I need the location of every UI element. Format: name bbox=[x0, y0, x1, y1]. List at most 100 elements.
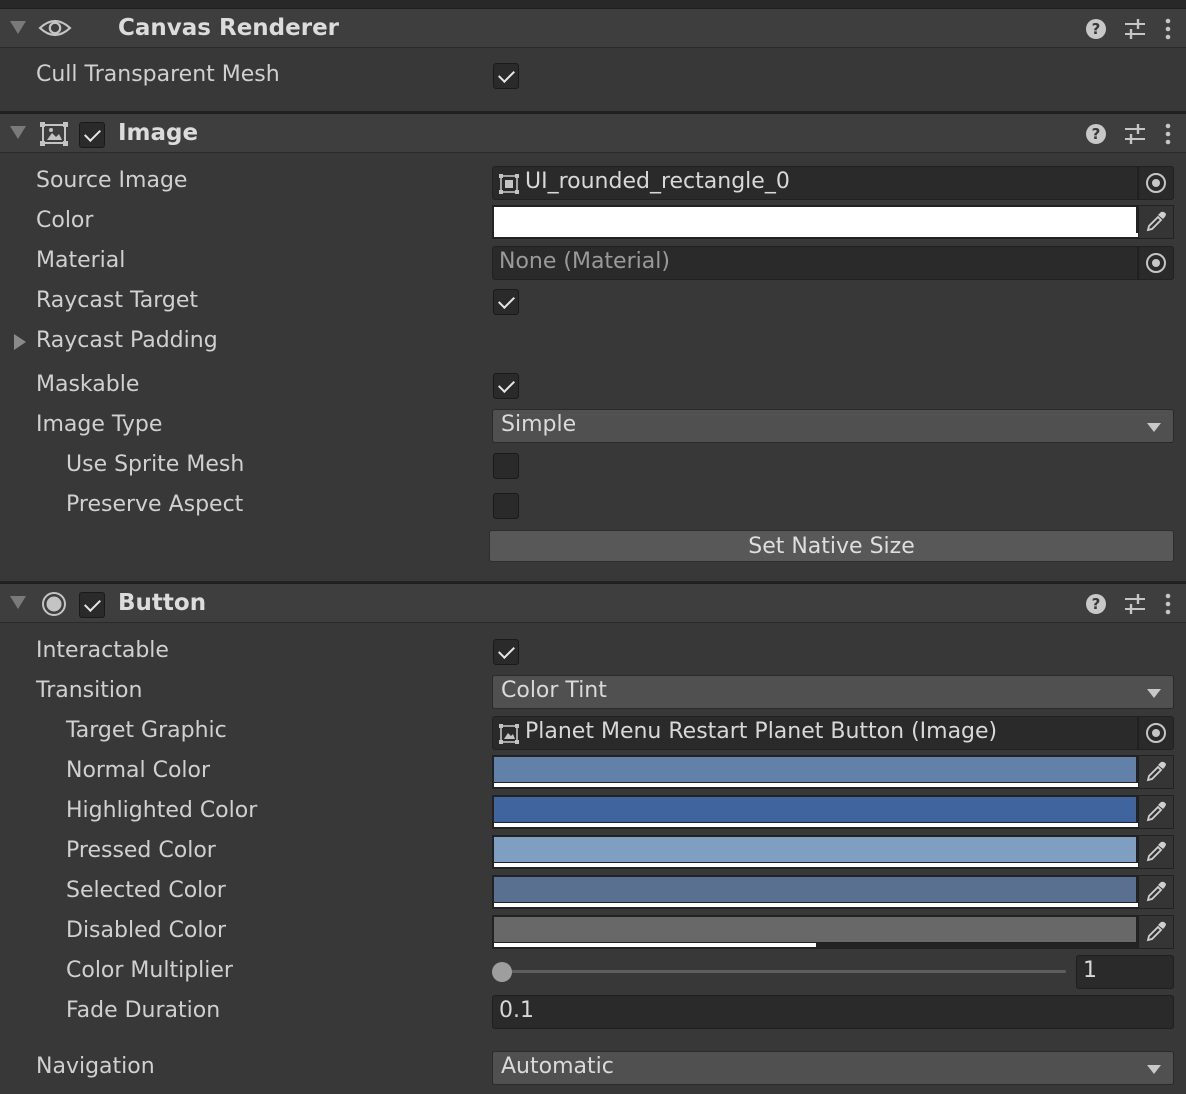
raycast-target-label: Raycast Target bbox=[36, 288, 199, 313]
color-swatch bbox=[494, 837, 1136, 862]
eyedropper-button[interactable] bbox=[1138, 755, 1174, 789]
source-image-picker[interactable] bbox=[1138, 166, 1174, 200]
eyedropper-button[interactable] bbox=[1138, 875, 1174, 909]
eyedropper-icon bbox=[1146, 761, 1166, 782]
selected-color-field[interactable] bbox=[492, 875, 1138, 909]
raycast-padding-foldout-icon[interactable] bbox=[14, 334, 26, 350]
alpha-bar bbox=[494, 823, 1138, 827]
interactable-checkbox[interactable] bbox=[493, 639, 519, 665]
kebab-menu-icon[interactable] bbox=[1164, 593, 1172, 615]
foldout-arrow-icon[interactable] bbox=[10, 126, 26, 139]
eyedropper-icon bbox=[1146, 211, 1166, 232]
eyedropper-icon bbox=[1146, 881, 1166, 902]
object-picker-icon bbox=[1146, 173, 1166, 193]
kebab-menu-icon[interactable] bbox=[1164, 123, 1172, 145]
raycast-padding-label[interactable]: Raycast Padding bbox=[36, 328, 218, 353]
material-label: Material bbox=[36, 248, 126, 273]
target-graphic-value: Planet Menu Restart Planet Button (Image… bbox=[525, 719, 998, 744]
image-component-icon bbox=[40, 122, 68, 146]
canvas-renderer-header[interactable]: Canvas Renderer ? bbox=[0, 8, 1186, 48]
highlighted-color-label: Highlighted Color bbox=[66, 798, 258, 823]
alpha-bar bbox=[494, 943, 816, 947]
target-graphic-label: Target Graphic bbox=[66, 718, 227, 743]
presets-icon[interactable] bbox=[1124, 123, 1146, 145]
color-multiplier-slider-handle[interactable] bbox=[492, 962, 512, 982]
chevron-down-icon bbox=[1147, 689, 1161, 698]
color-field[interactable] bbox=[492, 205, 1138, 239]
color-multiplier-slider-track[interactable] bbox=[500, 970, 1066, 973]
foldout-arrow-icon[interactable] bbox=[10, 21, 26, 34]
component-title: Button bbox=[118, 590, 207, 616]
sprite-icon bbox=[499, 174, 519, 194]
component-title: Image bbox=[118, 120, 199, 146]
target-graphic-field[interactable]: Planet Menu Restart Planet Button (Image… bbox=[492, 716, 1138, 750]
color-swatch bbox=[494, 917, 1136, 942]
help-icon[interactable]: ? bbox=[1086, 19, 1106, 39]
navigation-value: Automatic bbox=[501, 1054, 614, 1079]
alpha-bar bbox=[494, 863, 1138, 867]
source-image-label: Source Image bbox=[36, 168, 188, 193]
fade-duration-label: Fade Duration bbox=[66, 998, 221, 1023]
pressed-color-field[interactable] bbox=[492, 835, 1138, 869]
presets-icon[interactable] bbox=[1124, 18, 1146, 40]
preserve-aspect-checkbox[interactable] bbox=[493, 493, 519, 519]
transition-value: Color Tint bbox=[501, 678, 607, 703]
color-multiplier-value: 1 bbox=[1083, 958, 1097, 983]
preserve-aspect-label: Preserve Aspect bbox=[66, 492, 244, 517]
fade-duration-input[interactable]: 0.1 bbox=[492, 995, 1174, 1029]
navigation-label: Navigation bbox=[36, 1054, 155, 1079]
eyedropper-button[interactable] bbox=[1138, 835, 1174, 869]
transition-label: Transition bbox=[36, 678, 143, 703]
alpha-bar bbox=[494, 233, 1138, 237]
maskable-label: Maskable bbox=[36, 372, 140, 397]
image-header[interactable]: Image ? bbox=[0, 113, 1186, 153]
image-component-icon bbox=[499, 724, 519, 744]
foldout-arrow-icon[interactable] bbox=[10, 596, 26, 609]
eyedropper-button[interactable] bbox=[1138, 795, 1174, 829]
button-header[interactable]: Button ? bbox=[0, 583, 1186, 623]
alpha-bar bbox=[494, 903, 1138, 907]
image-enabled-checkbox[interactable] bbox=[79, 122, 105, 148]
raycast-target-checkbox[interactable] bbox=[493, 289, 519, 315]
cull-transparent-mesh-label: Cull Transparent Mesh bbox=[36, 62, 280, 87]
transition-dropdown[interactable]: Color Tint bbox=[492, 675, 1174, 709]
color-label: Color bbox=[36, 208, 94, 233]
help-icon[interactable]: ? bbox=[1086, 124, 1106, 144]
source-image-field[interactable]: UI_rounded_rectangle_0 bbox=[492, 166, 1138, 200]
button-enabled-checkbox[interactable] bbox=[79, 592, 105, 618]
color-multiplier-input[interactable]: 1 bbox=[1076, 955, 1174, 989]
highlighted-color-field[interactable] bbox=[492, 795, 1138, 829]
eye-icon bbox=[38, 19, 72, 37]
use-sprite-mesh-checkbox[interactable] bbox=[493, 453, 519, 479]
eyedropper-icon bbox=[1146, 921, 1166, 942]
eyedropper-icon bbox=[1146, 841, 1166, 862]
image-type-value: Simple bbox=[501, 412, 577, 437]
image-type-dropdown[interactable]: Simple bbox=[492, 409, 1174, 443]
normal-color-label: Normal Color bbox=[66, 758, 211, 783]
chevron-down-icon bbox=[1147, 1065, 1161, 1074]
navigation-dropdown[interactable]: Automatic bbox=[492, 1051, 1174, 1085]
color-swatch bbox=[494, 877, 1136, 902]
eyedropper-icon bbox=[1146, 801, 1166, 822]
source-image-value: UI_rounded_rectangle_0 bbox=[525, 169, 790, 194]
maskable-checkbox[interactable] bbox=[493, 373, 519, 399]
material-field[interactable]: None (Material) bbox=[492, 246, 1138, 280]
kebab-menu-icon[interactable] bbox=[1164, 18, 1172, 40]
eyedropper-button[interactable] bbox=[1138, 205, 1174, 239]
chevron-down-icon bbox=[1147, 423, 1161, 432]
button-component-icon bbox=[42, 592, 66, 616]
eyedropper-button[interactable] bbox=[1138, 915, 1174, 949]
help-icon[interactable]: ? bbox=[1086, 594, 1106, 614]
normal-color-field[interactable] bbox=[492, 755, 1138, 789]
disabled-color-field[interactable] bbox=[492, 915, 1138, 949]
presets-icon[interactable] bbox=[1124, 593, 1146, 615]
pressed-color-label: Pressed Color bbox=[66, 838, 216, 863]
target-graphic-picker[interactable] bbox=[1138, 716, 1174, 750]
disabled-color-label: Disabled Color bbox=[66, 918, 227, 943]
cull-transparent-mesh-checkbox[interactable] bbox=[493, 63, 519, 89]
color-swatch bbox=[494, 757, 1136, 782]
material-picker[interactable] bbox=[1138, 246, 1174, 280]
selected-color-label: Selected Color bbox=[66, 878, 226, 903]
object-picker-icon bbox=[1146, 253, 1166, 273]
set-native-size-button[interactable]: Set Native Size bbox=[489, 530, 1174, 562]
